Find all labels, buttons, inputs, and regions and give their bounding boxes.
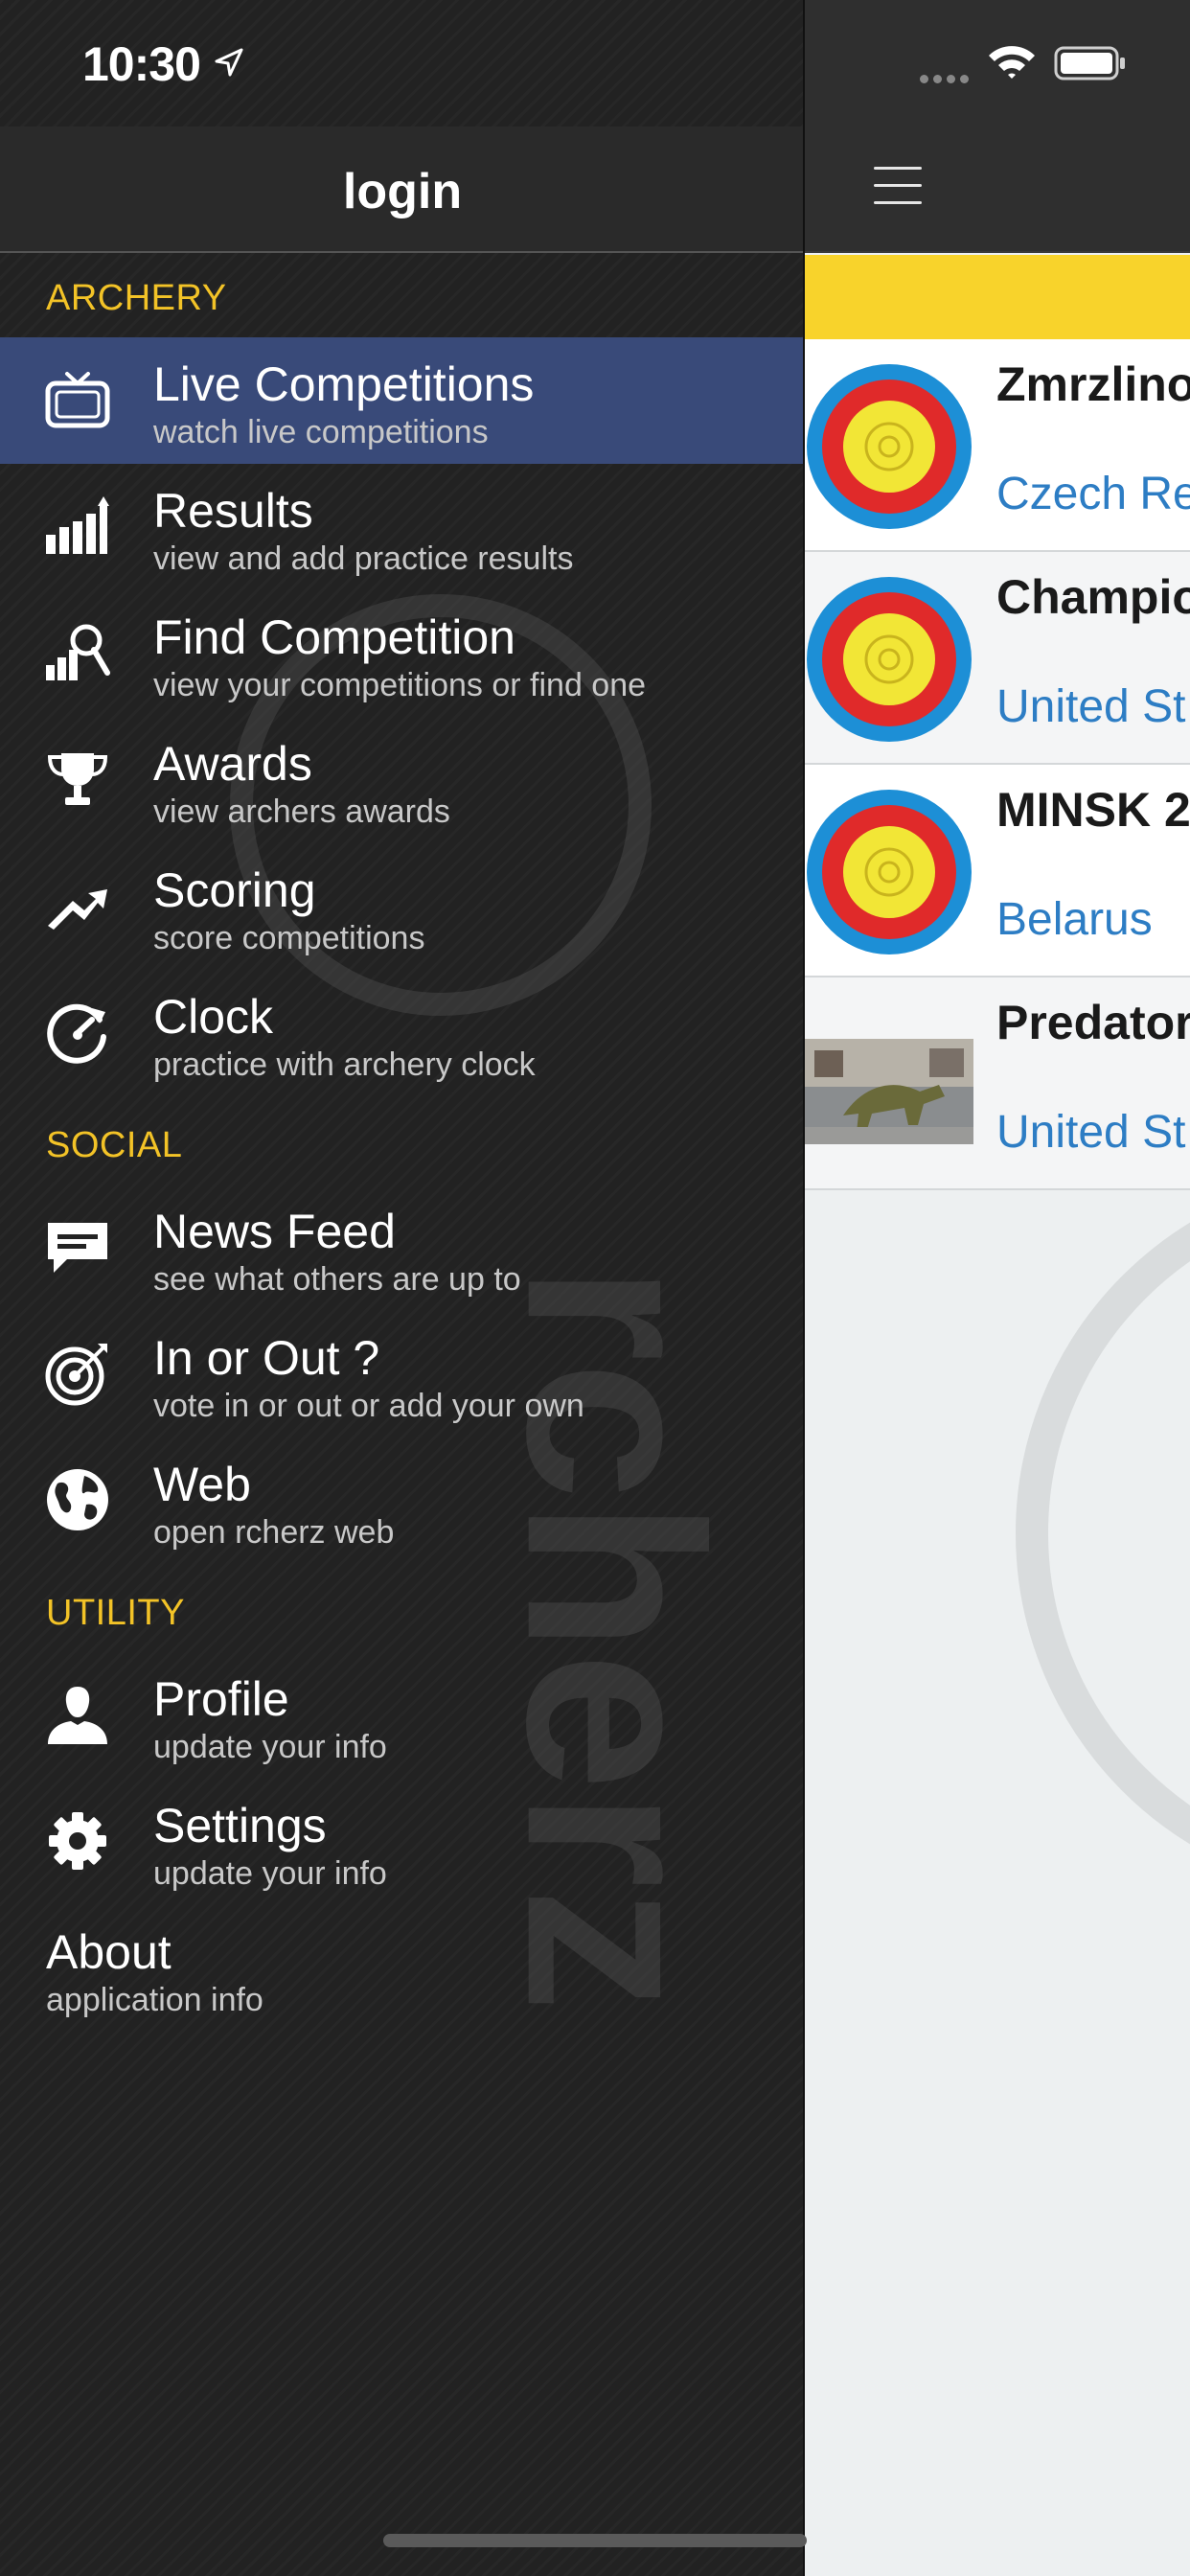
- menu-item-title: About: [46, 1925, 172, 1979]
- search-chart-icon: [46, 624, 110, 680]
- trophy-icon: [47, 753, 108, 805]
- competition-row[interactable]: Zmrzlino Czech Re: [805, 339, 1190, 552]
- menu-item-subtitle: update your info: [153, 1855, 387, 1892]
- yellow-banner: [805, 255, 1190, 339]
- scoring-arrow-icon: [48, 889, 107, 930]
- competition-country: Czech Re: [996, 469, 1190, 519]
- menu-item-title: Results: [153, 484, 313, 538]
- menu-item-subtitle: view and add practice results: [153, 540, 574, 577]
- menu-item-title: Scoring: [153, 863, 316, 917]
- menu-item-clock[interactable]: Clock practice with archery clock: [0, 970, 803, 1096]
- menu-item-settings[interactable]: Settings update your info: [0, 1779, 803, 1905]
- person-icon: [48, 1687, 107, 1744]
- navigation-bar: [805, 126, 1190, 253]
- drawer-header: login: [0, 126, 803, 253]
- home-indicator[interactable]: [383, 2534, 807, 2547]
- menu-item-awards[interactable]: Awards view archers awards: [0, 717, 803, 843]
- menu-item-scoring[interactable]: Scoring score competitions: [0, 843, 803, 970]
- live-competitions-screen: Zmrzlino Czech Re Champio United St MINS…: [805, 0, 1190, 2576]
- menu-item-results[interactable]: Results view and add practice results: [0, 464, 803, 590]
- clock-icon: [47, 1003, 106, 1064]
- section-header-utility: UTILITY: [46, 1593, 185, 1633]
- competition-country: United St: [996, 681, 1186, 732]
- side-drawer: rcherz login ARCHERY Live Competitions w…: [0, 0, 805, 2576]
- menu-item-live-competitions[interactable]: Live Competitions watch live competition…: [0, 337, 803, 464]
- target-face-icon: [807, 577, 972, 742]
- menu-item-subtitle: view your competitions or find one: [153, 667, 647, 703]
- hamburger-menu-icon[interactable]: [874, 165, 922, 207]
- menu-item-title: News Feed: [153, 1205, 396, 1258]
- menu-item-subtitle: open rcherz web: [153, 1514, 395, 1551]
- menu-item-subtitle: score competitions: [153, 920, 425, 956]
- menu-item-in-or-out[interactable]: In or Out ? vote in or out or add your o…: [0, 1311, 803, 1438]
- menu-item-subtitle: application info: [46, 1982, 263, 2018]
- section-header-archery: ARCHERY: [46, 278, 227, 318]
- dinosaur-photo-thumbnail: [805, 1039, 973, 1144]
- target-arrow-icon: [45, 1344, 107, 1406]
- menu-item-title: Settings: [153, 1799, 327, 1852]
- menu-item-title: Clock: [153, 990, 274, 1044]
- menu-item-subtitle: practice with archery clock: [153, 1046, 536, 1083]
- competition-country: United St: [996, 1107, 1186, 1158]
- menu-item-title: In or Out ?: [153, 1331, 380, 1385]
- menu-item-subtitle: vote in or out or add your own: [153, 1388, 584, 1424]
- target-face-icon: [807, 364, 972, 529]
- menu-item-web[interactable]: Web open rcherz web: [0, 1438, 803, 1564]
- menu-item-title: Profile: [153, 1672, 289, 1726]
- gear-icon: [49, 1812, 106, 1870]
- menu-item-subtitle: update your info: [153, 1729, 387, 1765]
- globe-icon: [47, 1469, 108, 1530]
- tv-icon: [45, 372, 110, 428]
- menu-item-profile[interactable]: Profile update your info: [0, 1652, 803, 1779]
- menu-item-subtitle: view archers awards: [153, 794, 450, 830]
- chat-bubble-icon: [48, 1223, 107, 1273]
- menu-item-news-feed[interactable]: News Feed see what others are up to: [0, 1184, 803, 1311]
- competition-name: Zmrzlino: [996, 357, 1190, 411]
- target-face-icon: [807, 790, 972, 954]
- menu-item-subtitle: watch live competitions: [153, 414, 489, 450]
- menu-item-subtitle: see what others are up to: [153, 1261, 521, 1298]
- status-bar-background: [805, 0, 1190, 126]
- menu-item-about[interactable]: About application info: [0, 1905, 803, 2032]
- competition-row[interactable]: MINSK 2 Belarus: [805, 765, 1190, 978]
- watermark-logo: [1016, 1169, 1190, 1898]
- menu-item-title: Web: [153, 1458, 251, 1511]
- menu-item-find-competition[interactable]: Find Competition view your competitions …: [0, 590, 803, 717]
- competition-name: Predator: [996, 996, 1190, 1049]
- competition-row[interactable]: Predator United St: [805, 978, 1190, 1190]
- competition-name: Champio: [996, 570, 1190, 624]
- competition-name: MINSK 2: [996, 783, 1190, 837]
- competition-row[interactable]: Champio United St: [805, 552, 1190, 765]
- bar-chart-icon: [46, 496, 109, 554]
- login-button[interactable]: login: [0, 163, 803, 220]
- menu-item-title: Awards: [153, 737, 312, 791]
- section-header-social: SOCIAL: [46, 1125, 183, 1165]
- competition-country: Belarus: [996, 894, 1153, 945]
- menu-item-title: Live Competitions: [153, 357, 535, 411]
- menu-item-title: Find Competition: [153, 610, 515, 664]
